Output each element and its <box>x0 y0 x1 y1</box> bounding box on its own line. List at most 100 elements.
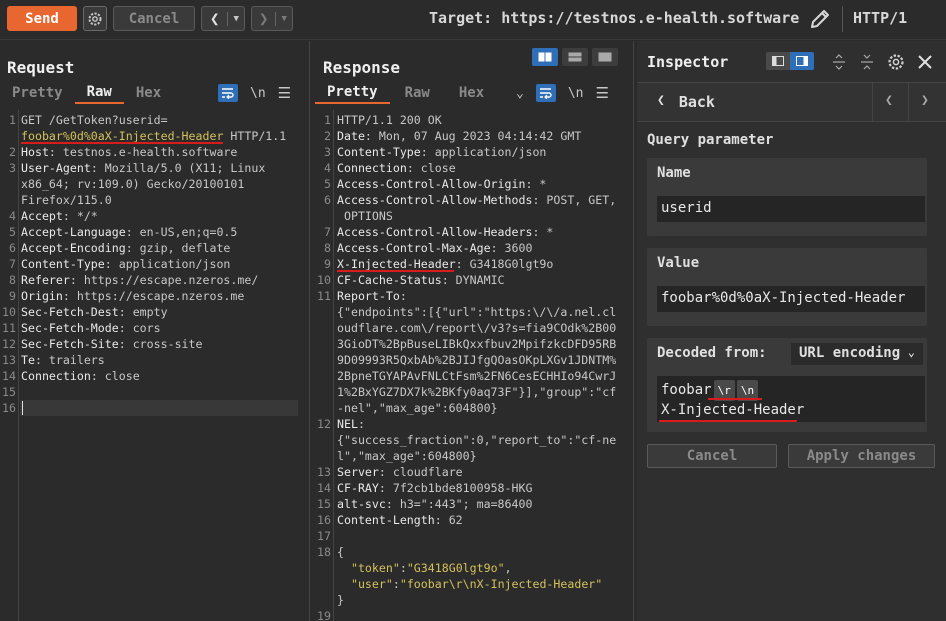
line-number: 19 <box>317 609 331 621</box>
chevron-down-icon[interactable]: ▼ <box>276 14 292 24</box>
code-line: "token":"G3418G0lgt9o", <box>337 560 512 576</box>
line-number: 8 <box>9 273 16 287</box>
value-section: Value foobar%0d%0aX-Injected-Header <box>647 248 927 326</box>
header-name: X-Injected-Header <box>337 257 456 271</box>
header-name: Sec-Fetch-Site <box>21 337 119 351</box>
code-text: {"endpoints":[{"url":"https:\/\/a.nel.cl <box>337 305 617 319</box>
header-name: Content-Length <box>337 513 435 527</box>
value-input[interactable]: foobar%0d%0aX-Injected-Header <box>657 286 925 312</box>
chevron-right-icon[interactable]: ❯ <box>921 93 929 108</box>
edit-target-icon[interactable] <box>808 7 832 31</box>
send-button[interactable]: Send <box>7 6 77 31</box>
tab-pretty[interactable]: Pretty <box>315 82 390 104</box>
header-name: NEL <box>337 417 358 431</box>
code-text: -nel","max_age":604800} <box>337 401 498 415</box>
line-number: 14 <box>317 481 331 495</box>
code-line: -nel","max_age":604800} <box>337 400 498 416</box>
code-line: Host: testnos.e-health.software <box>21 144 237 160</box>
code-line: {"success_fraction":0,"report_to":"cf-ne <box>337 432 616 448</box>
name-label: Name <box>657 165 691 181</box>
code-line: "user":"foobar\r\nX-Injected-Header" <box>337 576 602 592</box>
code-line: 3GioDT%2BpBuseLIBkQxxfbuv2MpifzkcDFD95RB <box>337 336 616 352</box>
dock-left-icon[interactable] <box>766 52 790 70</box>
code-text: : trailers <box>34 353 105 367</box>
inspector-cancel-button[interactable]: Cancel <box>647 444 777 468</box>
apply-changes-button[interactable]: Apply changes <box>788 444 935 468</box>
newline-toggle[interactable]: \n <box>568 86 584 101</box>
http-version-label[interactable]: HTTP/1 <box>853 9 907 27</box>
close-icon[interactable] <box>916 53 934 71</box>
code-text: : <box>399 561 407 575</box>
newline-toggle[interactable]: \n <box>250 86 266 101</box>
encoding-select-value: URL encoding <box>799 345 901 361</box>
code-line: 9D09993R5QxbAb%2BJIJfgQOasOKpLXGv1JDNTM% <box>337 352 616 368</box>
header-name: Referer <box>21 273 70 287</box>
code-text: : empty <box>118 305 168 319</box>
code-line: Connection: close <box>21 368 140 384</box>
chevron-left-icon[interactable]: ❮ <box>202 9 227 28</box>
line-number: 12 <box>317 417 331 431</box>
request-editor[interactable]: 1 GET /GetToken?userid= foobar%0d%0aX-Inje… <box>0 112 300 617</box>
code-text: : <box>357 417 365 431</box>
back-button[interactable]: ❮ Back <box>657 93 715 111</box>
tab-hex[interactable]: Hex <box>124 82 173 104</box>
line-number: 7 <box>9 257 16 271</box>
string-token: "token" <box>350 561 400 575</box>
menu-icon[interactable]: ☰ <box>278 84 291 102</box>
cursor-line <box>20 400 298 416</box>
history-forward-group[interactable]: ❯ ▼ <box>251 6 293 31</box>
header-name: CF-RAY <box>337 481 379 495</box>
history-back-group[interactable]: ❮ ▼ <box>201 6 245 31</box>
code-text: : DYNAMIC <box>441 273 505 287</box>
back-label: Back <box>678 93 715 111</box>
chevron-down-icon[interactable]: ▼ <box>228 14 244 24</box>
header-name: Access-Control-Max-Age <box>337 241 491 255</box>
chevron-down-icon[interactable]: ⌄ <box>516 86 524 101</box>
split-horizontal-icon[interactable] <box>532 48 558 66</box>
inspector-title: Inspector <box>647 53 729 71</box>
code-line: Content-Length: 62 <box>337 512 463 528</box>
code-text: : gzip, deflate <box>125 241 231 255</box>
collapse-all-icon[interactable] <box>858 53 876 71</box>
tab-raw[interactable]: Raw <box>74 82 124 104</box>
split-vertical-icon[interactable] <box>562 48 588 66</box>
code-text: Firefox/115.0 <box>21 193 112 207</box>
chevron-right-icon[interactable]: ❯ <box>252 9 275 28</box>
code-text: {"success_fraction":0,"report_to":"cf-ne <box>337 433 617 447</box>
code-line: alt-svc: h3=":443"; ma=86400 <box>337 496 532 512</box>
code-text: : POST, GET, <box>532 193 617 207</box>
code-text: : https://escape.nzeros.me/ <box>69 273 259 287</box>
code-line: CF-Cache-Status: DYNAMIC <box>337 272 505 288</box>
code-text: OPTIONS <box>337 209 393 223</box>
code-text: : cors <box>118 321 161 335</box>
dock-right-icon[interactable] <box>790 52 814 70</box>
gear-icon[interactable] <box>886 52 906 72</box>
line-number: 1 <box>324 113 331 127</box>
response-viewer[interactable]: 1 HTTP/1.1 200 OK 2 Date: Mon, 07 Aug 2023 … <box>315 112 631 621</box>
expand-all-icon[interactable] <box>830 53 848 71</box>
wrap-lines-icon[interactable] <box>218 84 238 102</box>
menu-icon[interactable]: ☰ <box>595 84 608 102</box>
response-tabs: Pretty Raw Hex <box>315 82 498 104</box>
line-number: 13 <box>317 465 331 479</box>
header-name: Accept <box>21 209 63 223</box>
line-number: 9 <box>324 257 331 271</box>
tab-hex[interactable]: Hex <box>445 82 498 104</box>
single-pane-icon[interactable] <box>592 48 618 66</box>
decoded-value-editor[interactable]: foobar \r \n X-Injected-Header <box>657 376 925 422</box>
code-text: : Mozilla/5.0 (X11; Linux <box>90 161 266 175</box>
encoding-select[interactable]: URL encoding ⌄ <box>791 343 923 365</box>
settings-gear-button[interactable] <box>83 6 107 31</box>
name-input[interactable]: userid <box>657 196 925 222</box>
header-name: Content-Type <box>21 257 105 271</box>
wrap-lines-icon[interactable] <box>535 84 556 102</box>
tab-raw[interactable]: Raw <box>390 82 445 104</box>
chevron-down-icon: ⌄ <box>907 345 915 359</box>
code-line: Access-Control-Max-Age: 3600 <box>337 240 532 256</box>
decoded-prefix: foobar <box>661 382 712 398</box>
cancel-button[interactable]: Cancel <box>113 6 195 31</box>
chevron-left-icon[interactable]: ❮ <box>885 93 893 108</box>
tab-pretty[interactable]: Pretty <box>0 82 75 104</box>
